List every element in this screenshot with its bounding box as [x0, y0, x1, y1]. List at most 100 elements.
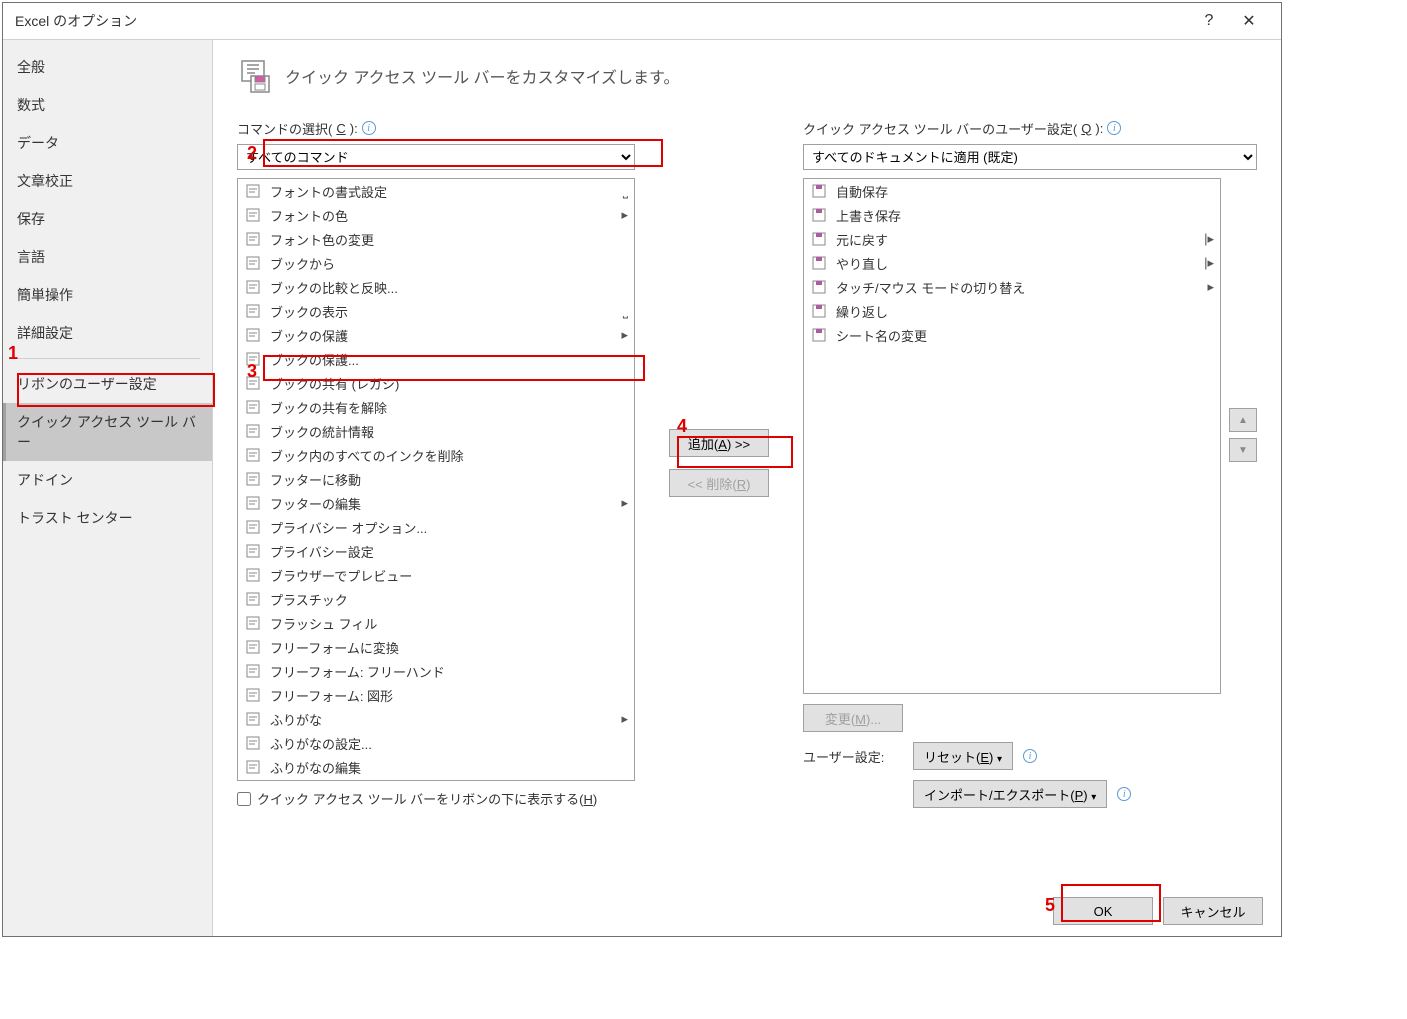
commands-listbox[interactable]: フォントの書式設定⎵フォントの色▸フォント色の変更ブックからブックの比較と反映.… [237, 178, 635, 781]
qat-item-label: 上書き保存 [836, 206, 1190, 225]
command-list-item[interactable]: ブックの共有を解除 [238, 395, 634, 419]
command-list-item[interactable]: フリーフォーム: フリーハンド [238, 659, 634, 683]
qat-list-item[interactable]: 元に戻す |▸ [804, 227, 1220, 251]
command-list-item[interactable]: ふりがな▸ [238, 707, 634, 731]
command-icon [244, 374, 262, 392]
dialog-footer: OK キャンセル [213, 886, 1281, 936]
sidebar-item-ease[interactable]: 簡単操作 [3, 276, 212, 314]
sidebar-item-language[interactable]: 言語 [3, 238, 212, 276]
titlebar: Excel のオプション ? ✕ [3, 3, 1281, 39]
qat-item-label: やり直し [836, 254, 1190, 273]
command-list-item[interactable]: ふりがなの編集 [238, 755, 634, 779]
command-list-item[interactable]: ブラウザーでプレビュー [238, 563, 634, 587]
command-icon [244, 710, 262, 728]
command-list-item[interactable]: プラスチック [238, 587, 634, 611]
qat-list-item[interactable]: シート名の変更 [804, 323, 1220, 347]
command-label: ブック内のすべてのインクを削除 [270, 446, 604, 465]
command-list-item[interactable]: ブックの保護▸ [238, 323, 634, 347]
sidebar-item-addins[interactable]: アドイン [3, 461, 212, 499]
sidebar-item-ribbon[interactable]: リボンのユーザー設定 [3, 365, 212, 403]
command-list-item[interactable]: フリーフォームに変換 [238, 635, 634, 659]
command-label: ブックから [270, 254, 604, 273]
info-icon[interactable]: i [1107, 121, 1121, 135]
command-label: フォント色の変更 [270, 230, 604, 249]
submenu-indicator: ▸ [612, 495, 628, 511]
command-label: ふりがなの編集 [270, 758, 604, 777]
command-list-item[interactable]: フリーフォーム: 図形 [238, 683, 634, 707]
command-list-item[interactable]: ブックの統計情報 [238, 419, 634, 443]
command-list-item[interactable]: ふりがなの表示/非表示 [238, 779, 634, 780]
sidebar-item-qat[interactable]: クイック アクセス ツール バー [3, 403, 212, 461]
command-icon [244, 494, 262, 512]
add-button[interactable]: 追加(A) >> [669, 429, 769, 457]
cancel-button[interactable]: キャンセル [1163, 897, 1263, 925]
qat-item-label: 元に戻す [836, 230, 1190, 249]
qat-item-icon [810, 254, 828, 272]
choose-commands-dropdown[interactable]: すべてのコマンド [237, 144, 635, 170]
show-below-ribbon-checkbox[interactable] [237, 792, 251, 806]
command-icon [244, 230, 262, 248]
command-icon [244, 254, 262, 272]
submenu-indicator: ⎵ [612, 303, 628, 319]
command-list-item[interactable]: フッターの編集▸ [238, 491, 634, 515]
command-icon [244, 518, 262, 536]
command-list-item[interactable]: ブックの保護... [238, 347, 634, 371]
qat-list-item[interactable]: やり直し|▸ [804, 251, 1220, 275]
move-up-button[interactable]: ▲ [1229, 408, 1257, 432]
command-list-item[interactable]: プライバシー設定 [238, 539, 634, 563]
move-down-button[interactable]: ▼ [1229, 438, 1257, 462]
qat-list-item[interactable]: タッチ/マウス モードの切り替え▸ [804, 275, 1220, 299]
command-list-item[interactable]: ブック内のすべてのインクを削除 [238, 443, 634, 467]
qat-item-icon [810, 278, 828, 296]
submenu-indicator: |▸ [1198, 231, 1214, 247]
sidebar-item-proofing[interactable]: 文章校正 [3, 162, 212, 200]
sidebar-item-data[interactable]: データ [3, 124, 212, 162]
sidebar-item-general[interactable]: 全般 [3, 48, 212, 86]
command-icon [244, 758, 262, 776]
ok-button[interactable]: OK [1053, 897, 1153, 925]
command-list-item[interactable]: フォント色の変更 [238, 227, 634, 251]
command-list-item[interactable]: ブックの表示⎵ [238, 299, 634, 323]
command-icon [244, 614, 262, 632]
import-export-dropdown-button[interactable]: インポート/エクスポート(P) [913, 780, 1107, 808]
command-icon [244, 206, 262, 224]
command-icon [244, 302, 262, 320]
command-list-item[interactable]: ブックから [238, 251, 634, 275]
sidebar-item-formulas[interactable]: 数式 [3, 86, 212, 124]
command-label: プラスチック [270, 590, 604, 609]
customizations-label: ユーザー設定: [803, 747, 903, 766]
qat-list-item[interactable]: 自動保存 [804, 179, 1220, 203]
command-icon [244, 350, 262, 368]
close-button[interactable]: ✕ [1229, 6, 1269, 36]
qat-list-item[interactable]: 繰り返し [804, 299, 1220, 323]
command-list-item[interactable]: ブックの比較と反映... [238, 275, 634, 299]
command-list-item[interactable]: フォントの色▸ [238, 203, 634, 227]
sidebar-item-advanced[interactable]: 詳細設定 [3, 314, 212, 352]
command-list-item[interactable]: プライバシー オプション... [238, 515, 634, 539]
info-icon[interactable]: i [1117, 787, 1131, 801]
customize-qat-dropdown[interactable]: すべてのドキュメントに適用 (既定) [803, 144, 1257, 170]
qat-item-icon [810, 230, 828, 248]
reset-dropdown-button[interactable]: リセット(E) [913, 742, 1013, 770]
qat-list-item[interactable]: 上書き保存 [804, 203, 1220, 227]
help-button[interactable]: ? [1189, 6, 1229, 36]
command-list-item[interactable]: ブックの共有 (レガシ) [238, 371, 634, 395]
submenu-indicator: ▸ [612, 327, 628, 343]
command-label: フォントの書式設定 [270, 182, 604, 201]
sidebar-item-save[interactable]: 保存 [3, 200, 212, 238]
info-icon[interactable]: i [1023, 749, 1037, 763]
sidebar-item-trust[interactable]: トラスト センター [3, 499, 212, 537]
info-icon[interactable]: i [362, 121, 376, 135]
choose-commands-label: コマンドの選択(C): i [237, 118, 635, 138]
command-list-item[interactable]: フッターに移動 [238, 467, 634, 491]
modify-button[interactable]: 変更(M)... [803, 704, 903, 732]
submenu-indicator: ▸ [612, 711, 628, 727]
qat-item-icon [810, 326, 828, 344]
qat-listbox[interactable]: 自動保存上書き保存元に戻す |▸ やり直し|▸タッチ/マウス モードの切り替え▸繰り… [803, 178, 1221, 694]
command-list-item[interactable]: フラッシュ フィル [238, 611, 634, 635]
command-label: ブックの共有を解除 [270, 398, 604, 417]
command-list-item[interactable]: フォントの書式設定⎵ [238, 179, 634, 203]
remove-button[interactable]: << 削除(R) [669, 469, 769, 497]
command-list-item[interactable]: ふりがなの設定... [238, 731, 634, 755]
command-label: フォントの色 [270, 206, 604, 225]
